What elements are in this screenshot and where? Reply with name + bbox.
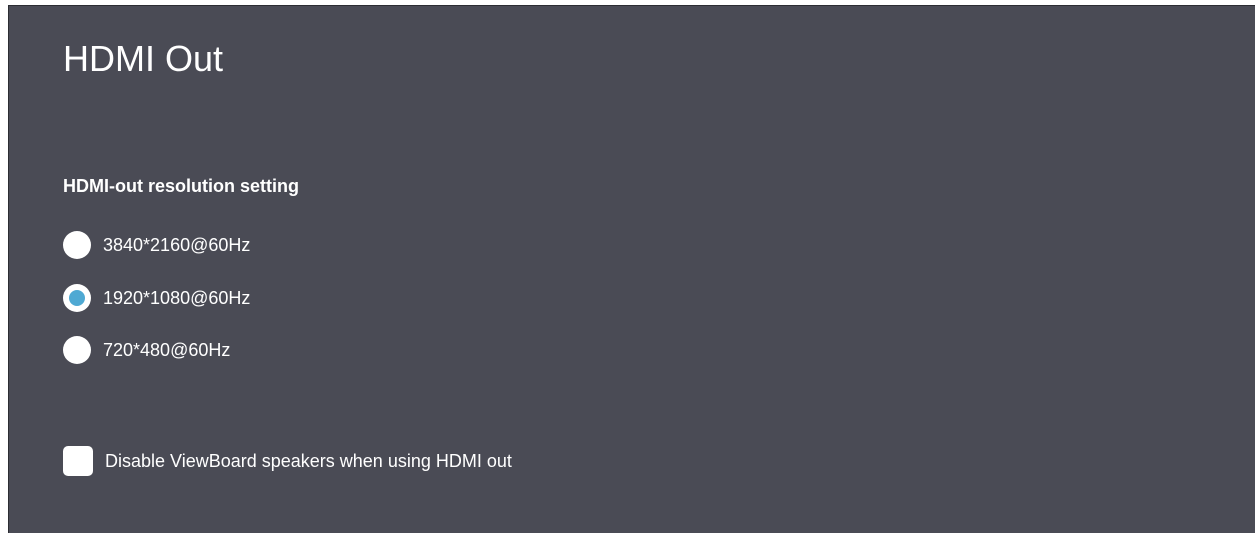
hdmi-out-settings-panel: HDMI Out HDMI-out resolution setting 384… (8, 5, 1255, 533)
disable-speakers-label: Disable ViewBoard speakers when using HD… (105, 450, 512, 471)
page-title: HDMI Out (63, 38, 224, 79)
resolution-option-720x480[interactable]: 720*480@60Hz (63, 334, 230, 366)
resolution-section-heading: HDMI-out resolution setting (63, 176, 299, 196)
disable-speakers-checkbox[interactable] (63, 446, 93, 476)
radio-button[interactable] (63, 231, 91, 259)
resolution-option-1920x1080[interactable]: 1920*1080@60Hz (63, 282, 250, 314)
radio-button[interactable] (63, 336, 91, 364)
resolution-option-3840x2160[interactable]: 3840*2160@60Hz (63, 229, 250, 261)
resolution-option-label: 1920*1080@60Hz (103, 287, 251, 308)
radio-button-selected[interactable] (63, 284, 91, 312)
disable-speakers-option[interactable]: Disable ViewBoard speakers when using HD… (63, 443, 512, 479)
resolution-option-label: 3840*2160@60Hz (103, 234, 251, 255)
resolution-option-label: 720*480@60Hz (103, 339, 231, 360)
